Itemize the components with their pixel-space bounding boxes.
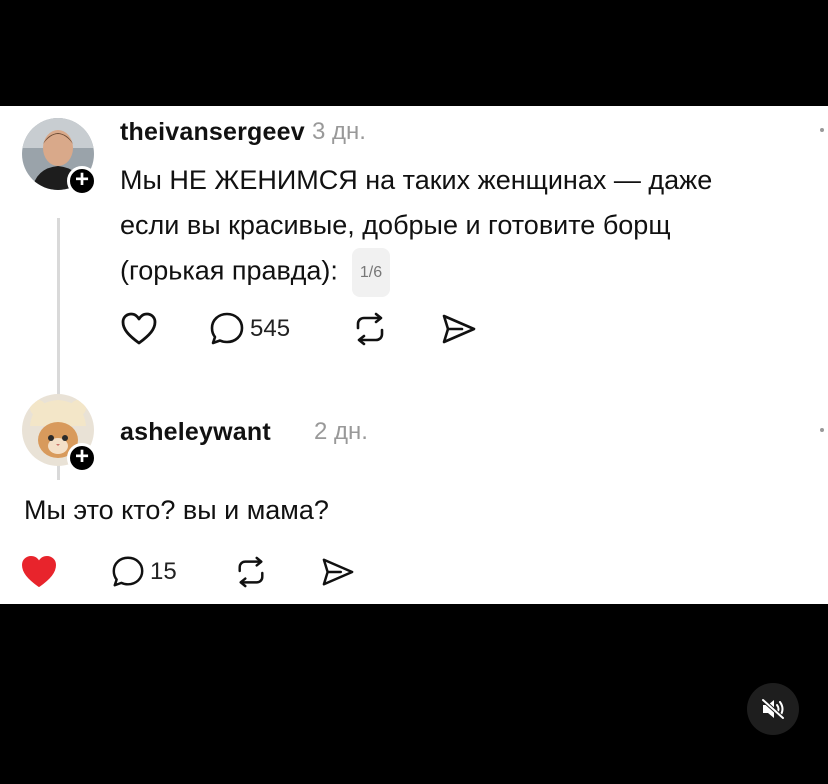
post-text-line: если вы красивые, добрые и готовите борщ (120, 210, 671, 240)
reply-count: 545 (250, 315, 291, 342)
repost-button[interactable] (232, 556, 270, 588)
send-icon (442, 314, 476, 344)
threads-card: + theivansergeev 3 дн. Мы НЕ ЖЕНИМСЯ на … (0, 106, 828, 604)
repost-icon (238, 556, 264, 588)
post-timestamp: 3 дн. (312, 118, 366, 145)
reply-timestamp: 2 дн. (314, 418, 368, 445)
post-text-line: (горькая правда): 1/6 (120, 248, 828, 297)
reply-button[interactable]: 15 (110, 554, 177, 590)
comment-bubble-icon (112, 556, 144, 587)
heart-icon (121, 312, 157, 345)
post-username[interactable]: theivansergeev (120, 118, 305, 147)
more-options-icon[interactable] (820, 128, 824, 132)
follow-plus-icon[interactable]: + (67, 443, 97, 473)
send-icon (322, 558, 354, 586)
reply-count: 15 (150, 558, 177, 585)
post-text: Мы НЕ ЖЕНИМСЯ на таких женщинах — даже е… (120, 158, 828, 297)
carousel-page-counter: 1/6 (351, 248, 391, 297)
comment-bubble-icon (210, 312, 244, 345)
like-button[interactable] (120, 311, 158, 347)
share-button[interactable] (320, 556, 356, 588)
more-options-icon[interactable] (820, 428, 824, 432)
reply-username[interactable]: asheleywant (120, 418, 271, 447)
like-button[interactable] (20, 554, 58, 590)
reply-button[interactable]: 545 (208, 310, 290, 348)
repost-button[interactable] (350, 312, 390, 346)
heart-icon (22, 556, 56, 587)
follow-plus-icon[interactable]: + (67, 166, 97, 196)
mute-toggle-button[interactable] (747, 683, 799, 735)
repost-icon (356, 312, 384, 346)
post-text-line: Мы НЕ ЖЕНИМСЯ на таких женщинах — даже (120, 165, 713, 195)
reply-text: Мы это кто? вы и мама? (24, 495, 329, 525)
speaker-muted-icon (761, 698, 785, 720)
share-button[interactable] (440, 312, 478, 346)
